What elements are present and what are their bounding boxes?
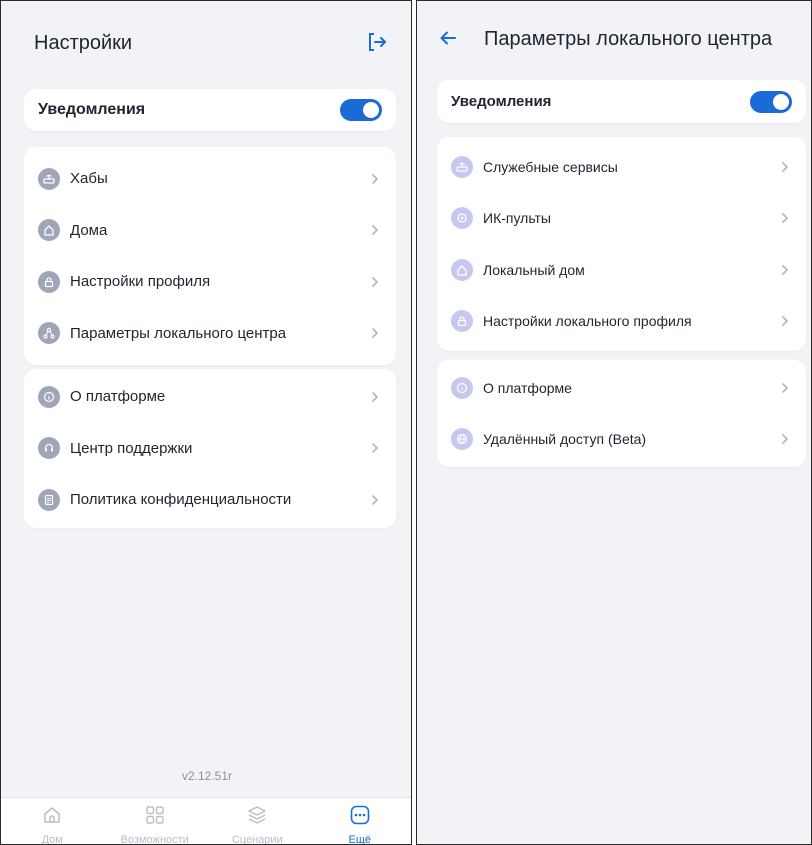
notifications-card: Уведомления <box>24 89 396 131</box>
document-icon <box>38 488 60 511</box>
menu-item-label: Локальный дом <box>483 261 585 278</box>
settings-header: Настройки <box>1 1 411 79</box>
menu-item-label: Служебные сервисы <box>483 158 618 175</box>
menu-item-label: Удалённый доступ (Beta) <box>483 431 647 448</box>
menu-item-local-center[interactable]: Параметры локального центра <box>24 308 396 360</box>
menu-item-about-platform[interactable]: О платформе <box>24 371 396 423</box>
app-version: v2.12.51r <box>181 769 233 783</box>
tab-features[interactable]: Возможности <box>104 798 207 844</box>
back-arrow-icon[interactable] <box>435 25 461 51</box>
menu-item-local-home[interactable]: Локальный дом <box>437 244 806 296</box>
menu-item-label: Настройки локального профиля <box>483 313 692 330</box>
menu-item-label: О платформе <box>483 379 572 396</box>
globe-icon <box>451 428 473 451</box>
notifications-toggle[interactable] <box>340 99 382 121</box>
grid-icon <box>144 804 166 831</box>
tab-more[interactable]: Ещё <box>309 798 412 844</box>
router-icon <box>451 155 473 178</box>
headset-icon <box>38 437 60 460</box>
menu-item-support-center[interactable]: Центр поддержки <box>24 423 396 475</box>
info-settings-card: О платформе Центр поддержки Политика кон… <box>24 369 396 528</box>
more-icon <box>349 804 371 831</box>
menu-item-local-profile-settings[interactable]: Настройки локального профиля <box>437 296 806 348</box>
tab-home[interactable]: Дом <box>1 798 104 844</box>
chevron-right-icon <box>370 390 380 404</box>
menu-item-homes[interactable]: Дома <box>24 205 396 257</box>
menu-item-label: Центр поддержки <box>70 439 193 457</box>
notifications-label: Уведомления <box>451 93 552 110</box>
home-icon <box>41 804 63 831</box>
chevron-right-icon <box>370 441 380 455</box>
chevron-right-icon <box>370 172 380 186</box>
menu-item-label: Дома <box>70 221 108 239</box>
tab-label: Ещё <box>348 834 371 845</box>
local-services-card: Служебные сервисы ИК-пульты Локальный до… <box>437 137 806 351</box>
info-icon <box>38 385 60 408</box>
chevron-right-icon <box>780 381 790 395</box>
bottom-tab-bar: Дом Возможности Сценарии Ещё <box>1 797 411 844</box>
tab-scenarios[interactable]: Сценарии <box>206 798 309 844</box>
local-info-card: О платформе Удалённый доступ (Beta) <box>437 360 806 467</box>
menu-item-label: Настройки профиля <box>70 273 211 291</box>
chevron-right-icon <box>370 223 380 237</box>
chevron-right-icon <box>780 160 790 174</box>
chevron-right-icon <box>780 432 790 446</box>
menu-item-hubs[interactable]: Хабы <box>24 153 396 205</box>
chevron-right-icon <box>370 493 380 507</box>
menu-item-about-platform[interactable]: О платформе <box>437 362 806 414</box>
notifications-toggle[interactable] <box>750 90 792 113</box>
notifications-card: Уведомления <box>437 80 806 123</box>
page-title: Параметры локального центра <box>484 28 773 50</box>
local-center-header: Параметры локального центра <box>417 1 811 79</box>
info-icon <box>451 376 473 399</box>
chevron-right-icon <box>370 326 380 340</box>
main-settings-card: Хабы Дома Настройки профиля Параметры ло… <box>24 147 396 365</box>
logout-icon[interactable] <box>364 29 390 55</box>
notifications-label: Уведомления <box>38 101 146 118</box>
menu-item-label: Хабы <box>70 170 108 188</box>
menu-item-label: Параметры локального центра <box>70 324 287 342</box>
router-icon <box>38 167 60 190</box>
menu-item-label: ИК-пульты <box>483 210 551 227</box>
menu-item-label: О платформе <box>70 388 166 406</box>
tab-label: Дом <box>41 834 63 845</box>
hub-nodes-icon <box>38 322 60 345</box>
tab-label: Возможности <box>120 834 189 845</box>
menu-item-privacy-policy[interactable]: Политика конфиденциальности <box>24 474 396 526</box>
lock-icon <box>38 270 60 293</box>
local-center-screen: Параметры локального центра Уведомления … <box>416 0 812 845</box>
menu-item-ir-remotes[interactable]: ИК-пульты <box>437 193 806 245</box>
menu-item-system-services[interactable]: Служебные сервисы <box>437 141 806 193</box>
chevron-right-icon <box>780 263 790 277</box>
menu-item-profile-settings[interactable]: Настройки профиля <box>24 256 396 308</box>
chevron-right-icon <box>370 275 380 289</box>
menu-item-label: Политика конфиденциальности <box>70 491 292 509</box>
tab-label: Сценарии <box>231 834 283 845</box>
chevron-right-icon <box>780 314 790 328</box>
menu-item-remote-access[interactable]: Удалённый доступ (Beta) <box>437 414 806 466</box>
layers-icon <box>246 804 268 831</box>
settings-screen: Настройки Уведомления Хабы Дома Настройк… <box>0 0 412 845</box>
page-title: Настройки <box>34 32 133 54</box>
home-icon <box>451 258 473 281</box>
remote-icon <box>451 207 473 230</box>
lock-icon <box>451 310 473 333</box>
home-icon <box>38 219 60 242</box>
chevron-right-icon <box>780 211 790 225</box>
